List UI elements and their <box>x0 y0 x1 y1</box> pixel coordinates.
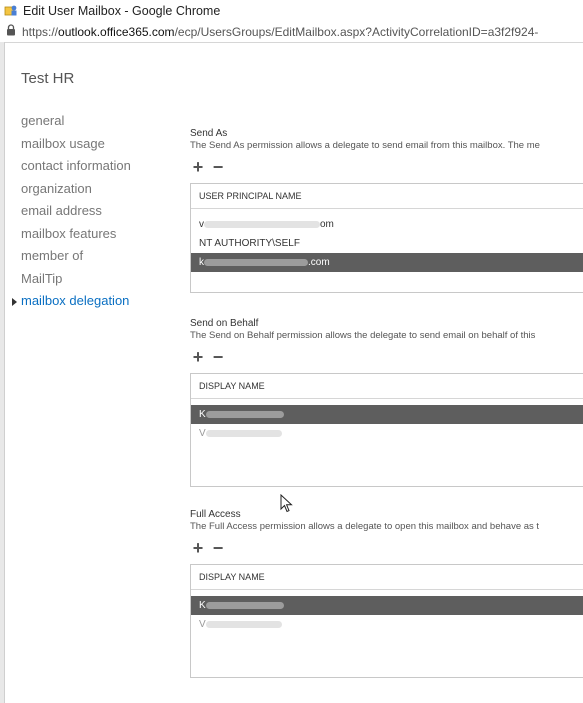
send-on-behalf-row-selected[interactable]: K <box>191 405 583 424</box>
nav-item-organization[interactable]: organization <box>21 178 131 201</box>
row-text-prefix: V <box>199 428 206 439</box>
nav-item-mailbox-delegation-label: mailbox delegation <box>21 293 130 308</box>
send-on-behalf-column-header[interactable]: DISPLAY NAME <box>191 374 583 399</box>
nav-item-mailbox-usage[interactable]: mailbox usage <box>21 133 131 156</box>
nav-item-mailbox-features[interactable]: mailbox features <box>21 223 131 246</box>
send-as-list[interactable]: USER PRINCIPAL NAME v om NT AUTHORITY\SEL… <box>190 183 583 293</box>
lock-icon <box>6 24 16 39</box>
send-on-behalf-title: Send on Behalf <box>190 318 259 329</box>
send-as-remove-button[interactable]: − <box>210 158 226 176</box>
window-title: Edit User Mailbox - Google Chrome <box>23 3 221 18</box>
full-access-row-selected[interactable]: K <box>191 596 583 615</box>
left-nav: general mailbox usage contact informatio… <box>12 110 131 313</box>
url-scheme: https:// <box>22 24 59 39</box>
row-text-prefix: K <box>199 409 206 420</box>
full-access-row[interactable]: V <box>191 615 583 634</box>
send-as-section: Send As The Send As permission allows a … <box>190 128 583 293</box>
send-as-description: The Send As permission allows a delegate… <box>190 140 540 151</box>
nav-item-member-of[interactable]: member of <box>21 245 131 268</box>
full-access-list-body: K V <box>191 590 583 634</box>
send-on-behalf-add-button[interactable]: + <box>190 348 206 366</box>
full-access-list[interactable]: DISPLAY NAME K V <box>190 564 583 678</box>
mouse-pointer-icon <box>280 493 294 514</box>
row-text-prefix: K <box>199 600 206 611</box>
send-as-row[interactable]: NT AUTHORITY\SELF <box>191 234 583 253</box>
send-on-behalf-section: Send on Behalf The Send on Behalf permis… <box>190 318 583 487</box>
nav-item-mailbox-delegation[interactable]: mailbox delegation <box>12 290 131 313</box>
row-text-prefix: V <box>199 619 206 630</box>
nav-item-mailtip[interactable]: MailTip <box>21 268 131 291</box>
send-as-column-header[interactable]: USER PRINCIPAL NAME <box>191 184 583 209</box>
redacted-text <box>205 601 284 609</box>
window-frame-left <box>0 42 5 703</box>
full-access-section: Full Access The Full Access permission a… <box>190 509 583 678</box>
send-as-title: Send As <box>190 128 228 139</box>
send-as-row-selected[interactable]: k .com <box>191 253 583 272</box>
selected-triangle-icon <box>12 298 17 306</box>
send-on-behalf-toolbar: + − <box>190 346 583 368</box>
send-on-behalf-row[interactable]: V <box>191 424 583 443</box>
row-text: NT AUTHORITY\SELF <box>199 238 300 249</box>
redacted-text <box>205 620 282 628</box>
send-as-row[interactable]: v om <box>191 215 583 234</box>
window-titlebar: Edit User Mailbox - Google Chrome <box>0 0 583 21</box>
send-as-add-button[interactable]: + <box>190 158 206 176</box>
full-access-title: Full Access <box>190 509 241 520</box>
send-on-behalf-list[interactable]: DISPLAY NAME K V <box>190 373 583 487</box>
redacted-text <box>204 220 320 228</box>
send-as-list-body: v om NT AUTHORITY\SELF k .com <box>191 209 583 272</box>
nav-item-contact-information[interactable]: contact information <box>21 155 131 178</box>
send-as-toolbar: + − <box>190 156 583 178</box>
mailbox-app-icon <box>4 4 18 18</box>
full-access-add-button[interactable]: + <box>190 539 206 557</box>
row-text-suffix: om <box>320 219 334 230</box>
redacted-text <box>205 410 284 418</box>
page-title: Test HR <box>21 70 75 87</box>
nav-item-general[interactable]: general <box>21 110 131 133</box>
url-host: outlook.office365.com <box>58 24 175 39</box>
send-on-behalf-description: The Send on Behalf permission allows the… <box>190 330 536 341</box>
nav-item-email-address[interactable]: email address <box>21 200 131 223</box>
full-access-toolbar: + − <box>190 537 583 559</box>
full-access-remove-button[interactable]: − <box>210 539 226 557</box>
url-path: /ecp/UsersGroups/EditMailbox.aspx?Activi… <box>174 24 539 39</box>
full-access-column-header[interactable]: DISPLAY NAME <box>191 565 583 590</box>
redacted-text <box>205 429 282 437</box>
row-text-suffix: .com <box>308 257 330 268</box>
send-on-behalf-list-body: K V <box>191 399 583 443</box>
send-on-behalf-remove-button[interactable]: − <box>210 348 226 366</box>
redacted-text <box>204 258 308 266</box>
address-bar[interactable]: https://outlook.office365.com/ecp/UsersG… <box>0 21 583 43</box>
full-access-description: The Full Access permission allows a dele… <box>190 521 540 532</box>
